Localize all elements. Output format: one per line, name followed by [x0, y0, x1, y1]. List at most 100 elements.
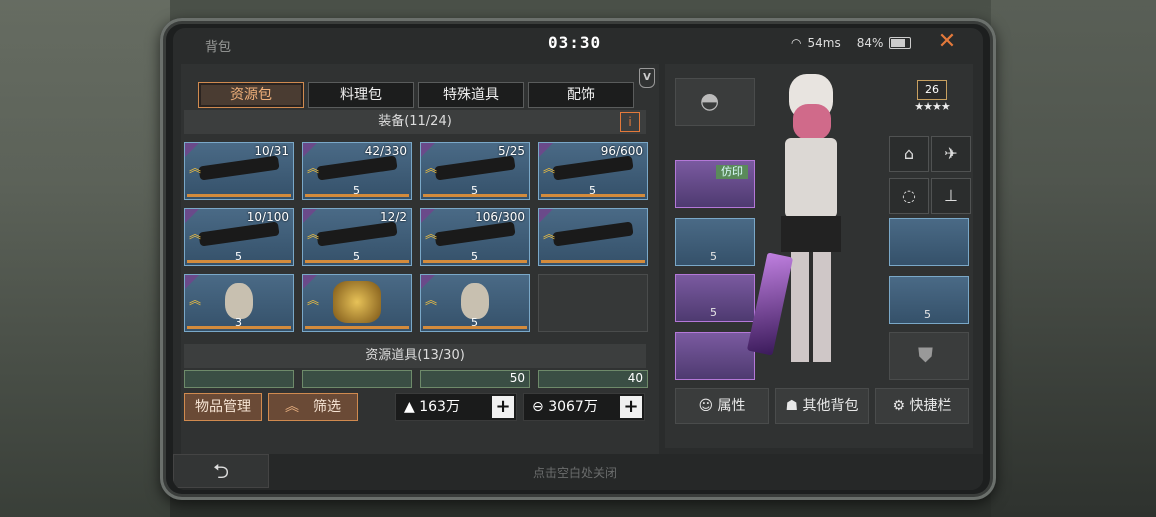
filter-button[interactable]: ︽ 筛选 — [268, 393, 358, 421]
slot-bracelet[interactable] — [889, 218, 969, 266]
rarity-corner — [421, 143, 435, 157]
other-bags-button[interactable]: ☗ 其他背包 — [775, 388, 869, 424]
battery-icon — [889, 37, 912, 49]
equipment-slot[interactable]: ︽ — [538, 208, 648, 266]
slot-weapon-2[interactable]: 5 — [675, 274, 755, 322]
rank-chevron-icon: ︽ — [307, 293, 320, 307]
inventory-screen: 背包 03:30 ◠ 54ms 84% ✕ 资源包 料理包 特殊道具 配饰 V … — [173, 28, 983, 490]
device-status: ◠ 54ms 84% — [791, 36, 912, 50]
add-coin-button[interactable]: + — [620, 396, 642, 418]
item-level: 5 — [471, 316, 478, 329]
item-level: 3 — [235, 316, 242, 329]
rank-chevron-icon: ︽ — [189, 227, 202, 241]
slot-weapon-1[interactable]: 5 — [675, 218, 755, 266]
close-hint: 点击空白处关闭 — [533, 466, 618, 480]
tab-cooking-pack[interactable]: 料理包 — [308, 82, 414, 108]
durability-bar — [187, 194, 291, 197]
outfit-icon[interactable]: ⌂ — [889, 136, 929, 172]
slot-level: 5 — [710, 250, 717, 263]
close-button[interactable]: ✕ — [936, 31, 958, 53]
resource-slot[interactable]: 50 — [420, 370, 530, 388]
resource-count: 40 — [627, 371, 643, 385]
rifle-icon — [434, 155, 516, 181]
rifle-icon — [198, 155, 280, 181]
gold-currency: ▲ 163万 + — [395, 393, 517, 421]
ping: 54ms — [807, 36, 841, 50]
equipment-slot[interactable]: ︽ — [302, 274, 412, 332]
equipment-slot[interactable]: ︽ 10/31 — [184, 142, 294, 200]
rank-chevron-icon: ︽ — [425, 227, 438, 241]
grenade-icon[interactable]: ◌ — [889, 178, 929, 214]
rarity-corner — [185, 209, 199, 223]
star-rating: ★★★★ — [914, 100, 950, 113]
other-bags-label: 其他背包 — [802, 398, 859, 414]
slot-armor[interactable]: ⛊ — [889, 332, 969, 380]
slot-hat[interactable]: ◓ — [675, 78, 755, 126]
equipment-slot[interactable]: ︽ 5 — [420, 274, 530, 332]
resource-slot[interactable] — [302, 370, 412, 388]
coin-currency: ⊖ 3067万 + — [523, 393, 645, 421]
tab-resource-pack[interactable]: 资源包 — [198, 82, 304, 108]
item-count: 12/2 — [380, 210, 407, 224]
add-gold-button[interactable]: + — [492, 396, 514, 418]
durability-bar — [541, 260, 645, 263]
slot-level: 5 — [710, 306, 717, 319]
coin-amount: 3067万 — [548, 399, 598, 415]
quickbar-button[interactable]: ⚙ 快捷栏 — [875, 388, 969, 424]
rarity-corner — [185, 275, 199, 289]
item-level: 5 — [353, 250, 360, 263]
drone-icon[interactable]: ✈ — [931, 136, 971, 172]
equipment-slot[interactable]: ︽ 12/2 5 — [302, 208, 412, 266]
gear-icon: ⚙ — [892, 398, 906, 414]
equipment-slot[interactable]: ︽ 106/300 5 — [420, 208, 530, 266]
background-left — [0, 0, 170, 517]
attributes-label: 属性 — [717, 398, 746, 414]
slot-pet[interactable] — [675, 332, 755, 380]
rarity-corner — [421, 275, 435, 289]
item-count: 10/31 — [254, 144, 289, 158]
quickbar-label: 快捷栏 — [909, 398, 952, 414]
equipment-slot[interactable]: ︽ 96/600 5 — [538, 142, 648, 200]
clock: 03:30 — [548, 33, 602, 52]
background-right — [991, 0, 1156, 517]
equipment-slot[interactable]: ︽ 5/25 5 — [420, 142, 530, 200]
player-level: 26 — [917, 80, 947, 100]
attributes-button[interactable]: ☺ 属性 — [675, 388, 769, 424]
slot-melee[interactable]: 5 — [889, 276, 969, 324]
rarity-corner — [303, 275, 317, 289]
slot-face[interactable]: 仿印 — [675, 160, 755, 208]
rarity-corner — [303, 143, 317, 157]
equipment-grid: ︽ 10/31 ︽ 42/330 5 ︽ 5/25 5 ︽ 96/600 5 ︽ 10/100 5 ︽ 12/… — [184, 142, 654, 332]
rifle-icon — [434, 221, 516, 247]
back-button[interactable]: ⮌ — [173, 454, 269, 488]
resource-slot[interactable]: 40 — [538, 370, 648, 388]
resource-slot[interactable] — [184, 370, 294, 388]
tab-special-items[interactable]: 特殊道具 — [418, 82, 524, 108]
equipment-slot[interactable]: ︽ 3 — [184, 274, 294, 332]
equipment-title: 装备(11/24) — [378, 114, 452, 129]
equipment-slot[interactable]: ︽ 42/330 5 — [302, 142, 412, 200]
item-level: 5 — [235, 250, 242, 263]
rank-chevron-icon: ︽ — [307, 161, 320, 175]
vest-icon: ⛊ — [918, 343, 933, 367]
character-panel: ◓ 仿印 5 5 26 ★★★★ ⌂ ✈ ◌ ⊥ 5 ⛊ ☺ 属性 ☗ 其他背包… — [665, 64, 973, 448]
item-level: 5 — [589, 184, 596, 197]
blade-icon — [552, 221, 634, 247]
equipment-slot[interactable] — [538, 274, 648, 332]
item-count: 42/330 — [364, 144, 407, 158]
resource-grid: 50 40 — [184, 370, 654, 388]
resource-title: 资源道具(13/30) — [365, 348, 465, 363]
backpack-panel: 资源包 料理包 特殊道具 配饰 V 装备(11/24) i ︽ 10/31 ︽ 42/… — [181, 64, 659, 458]
turret-icon[interactable]: ⊥ — [931, 178, 971, 214]
filter-icon: ︽ — [285, 399, 299, 415]
tab-accessories[interactable]: 配饰 — [528, 82, 634, 108]
equipment-slot[interactable]: ︽ 10/100 5 — [184, 208, 294, 266]
imitation-tag: 仿印 — [716, 165, 748, 179]
person-icon: ☺ — [698, 398, 714, 414]
rifle-icon — [316, 155, 398, 181]
info-icon[interactable]: i — [620, 112, 640, 132]
item-manage-button[interactable]: 物品管理 — [184, 393, 262, 421]
coin-icon: ⊖ — [532, 399, 544, 415]
rank-chevron-icon: ︽ — [189, 161, 202, 175]
battery-percent: 84% — [856, 36, 884, 50]
